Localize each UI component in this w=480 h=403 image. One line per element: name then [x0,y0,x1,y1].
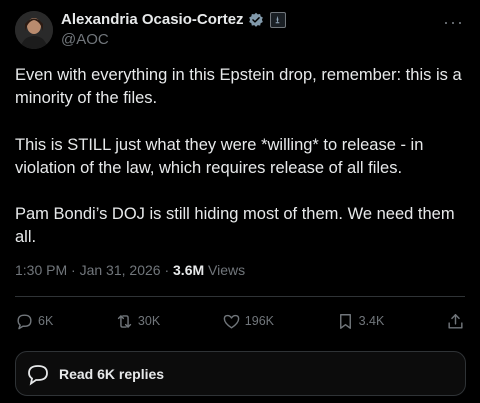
government-affiliation-icon [269,11,286,28]
author-name-row: Alexandria Ocasio-Cortez [61,11,286,28]
post-meta: 1:30 PM · Jan 31, 2026 · 3.6M Views [15,262,245,278]
post-time[interactable]: 1:30 PM [15,262,67,278]
repost-count: 30K [137,314,161,328]
meta-separator: · [164,262,170,278]
bookmark-count: 3.4K [358,314,385,328]
reply-icon [17,313,32,329]
reply-count: 6K [38,314,54,328]
like-count: 196K [244,314,274,328]
author-handle[interactable]: @AOC [61,31,109,48]
repost-button[interactable]: 30K [115,312,160,331]
read-replies-button[interactable]: Read 6K replies [15,351,466,396]
meta-separator: · [71,262,76,278]
bookmark-button[interactable]: 3.4K [336,312,385,331]
like-icon [223,314,240,329]
post-paragraph: Even with everything in this Epstein dro… [15,66,462,108]
action-bar: 6K 30K 196K 3.4K [15,310,465,332]
read-replies-label: Read 6K replies [59,365,165,382]
post-text: Even with everything in this Epstein dro… [15,64,465,273]
share-icon [448,313,463,329]
replies-bubble-icon [28,364,48,386]
more-icon[interactable]: ··· [443,12,464,33]
bookmark-icon [339,313,351,329]
post-paragraph: This is STILL just what they were *willi… [15,135,424,177]
post-paragraph: Pam Bondi’s DOJ is still hiding most of … [15,205,455,247]
post-date[interactable]: Jan 31, 2026 [80,262,161,278]
divider [15,296,465,297]
like-button[interactable]: 196K [222,312,274,331]
repost-icon [117,314,132,328]
author-name[interactable]: Alexandria Ocasio-Cortez [61,11,244,28]
avatar[interactable] [15,11,53,49]
share-button[interactable] [446,312,465,331]
verified-icon [248,12,263,27]
reply-button[interactable]: 6K [15,312,53,331]
views-count[interactable]: 3.6M [173,262,204,278]
views-label: Views [208,262,246,278]
